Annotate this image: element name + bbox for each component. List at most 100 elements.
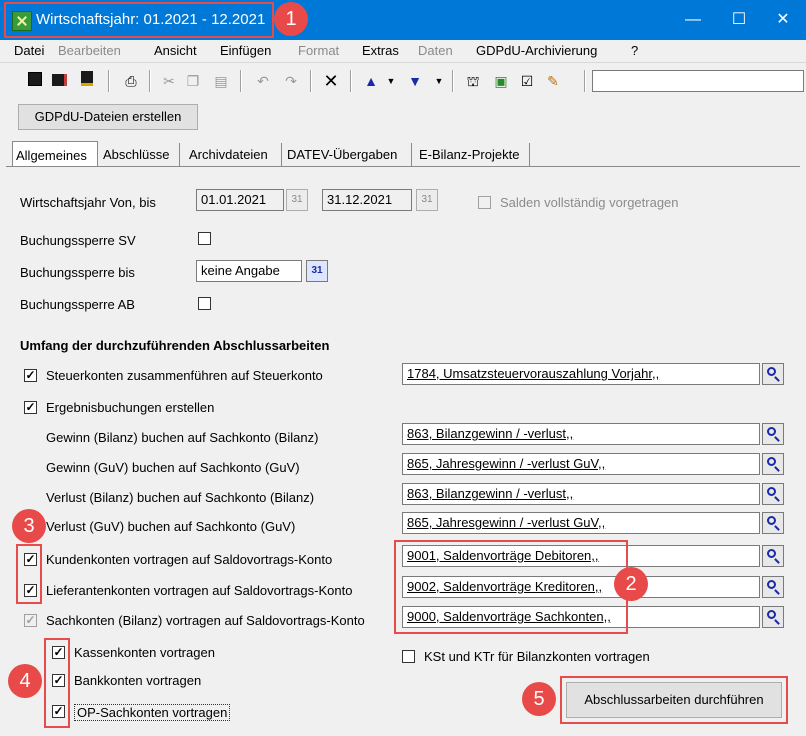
gewinn-bilanz-field[interactable]: 863, Bilanzgewinn / -verlust,, bbox=[402, 423, 760, 445]
steuer-checkbox[interactable]: ✓ bbox=[24, 369, 37, 382]
wj-to-field[interactable]: 31.12.2021 bbox=[322, 189, 412, 211]
save-icon[interactable] bbox=[24, 70, 46, 92]
annotation-badge: 4 bbox=[8, 664, 42, 698]
section-title: Umfang der durchzuführenden Abschlussarb… bbox=[20, 338, 330, 353]
kunden-checkbox[interactable]: ✓ bbox=[24, 553, 37, 566]
tab-datev-uebergaben[interactable]: DATEV-Übergaben bbox=[284, 143, 412, 167]
steuer-account-field[interactable]: 1784, Umsatzsteuervorauszahlung Vorjahr,… bbox=[402, 363, 760, 385]
menu-bearbeiten[interactable]: Bearbeiten bbox=[58, 43, 121, 58]
toolbar-separator bbox=[108, 70, 110, 92]
sach-account-field[interactable]: 9000, Saldenvorträge Sachkonten,, bbox=[402, 606, 760, 628]
kunden-account-field[interactable]: 9001, Saldenvorträge Debitoren,, bbox=[402, 545, 760, 567]
verlust-bilanz-field[interactable]: 863, Bilanzgewinn / -verlust,, bbox=[402, 483, 760, 505]
search-icon[interactable] bbox=[762, 512, 784, 534]
down-dropdown-icon[interactable]: ▼ bbox=[428, 70, 450, 92]
tool-d-icon[interactable]: ✎ bbox=[542, 70, 564, 92]
annotation-badge: 1 bbox=[274, 2, 308, 36]
toolbar-separator bbox=[350, 70, 352, 92]
toolbar-separator bbox=[452, 70, 454, 92]
tool-a-icon[interactable]: ⛫ bbox=[462, 70, 484, 92]
tab-abschluesse[interactable]: Abschlüsse bbox=[100, 143, 180, 167]
verlust-guv-label: Verlust (GuV) buchen auf Sachkonto (GuV) bbox=[46, 519, 296, 534]
gdpdu-create-button[interactable]: GDPdU-Dateien erstellen bbox=[18, 104, 198, 130]
verlust-guv-field[interactable]: 865, Jahresgewinn / -verlust GuV,, bbox=[402, 512, 760, 534]
maximize-button[interactable]: ☐ bbox=[714, 0, 764, 40]
sperre-sv-label: Buchungssperre SV bbox=[20, 233, 136, 248]
calendar-icon[interactable]: 31 bbox=[416, 189, 438, 211]
gewinn-guv-label: Gewinn (GuV) buchen auf Sachkonto (GuV) bbox=[46, 460, 300, 475]
ergebnis-label: Ergebnisbuchungen erstellen bbox=[46, 400, 215, 415]
bank-checkbox[interactable]: ✓ bbox=[52, 674, 65, 687]
wj-from-field[interactable]: 01.01.2021 bbox=[196, 189, 284, 211]
search-icon[interactable] bbox=[762, 423, 784, 445]
print-icon[interactable]: ⎙ bbox=[120, 70, 142, 92]
search-icon[interactable] bbox=[762, 453, 784, 475]
kst-label: KSt und KTr für Bilanzkonten vortragen bbox=[424, 649, 650, 664]
lieferanten-label: Lieferantenkonten vortragen auf Saldovor… bbox=[46, 583, 353, 598]
gewinn-guv-field[interactable]: 865, Jahresgewinn / -verlust GuV,, bbox=[402, 453, 760, 475]
ergebnis-checkbox[interactable]: ✓ bbox=[24, 401, 37, 414]
sperre-bis-label: Buchungssperre bis bbox=[20, 265, 135, 280]
tool-b-icon[interactable]: ▣ bbox=[490, 70, 512, 92]
delete-icon[interactable]: ✕ bbox=[320, 70, 342, 92]
application-window: Wirtschaftsjahr: 01.2021 - 12.2021 — ☐ ✕… bbox=[0, 0, 806, 736]
paste-icon[interactable]: ▤ bbox=[210, 70, 232, 92]
menu-help[interactable]: ? bbox=[631, 43, 638, 58]
menu-daten[interactable]: Daten bbox=[418, 43, 453, 58]
tool-c-icon[interactable]: ☑ bbox=[516, 70, 538, 92]
sperre-ab-checkbox[interactable] bbox=[198, 297, 211, 310]
save-close-icon[interactable] bbox=[76, 70, 98, 92]
verlust-bilanz-label: Verlust (Bilanz) buchen auf Sachkonto (B… bbox=[46, 490, 315, 505]
kasse-label: Kassenkonten vortragen bbox=[74, 645, 215, 660]
toolbar-search-input[interactable] bbox=[592, 70, 804, 92]
op-label: OP-Sachkonten vortragen bbox=[74, 704, 231, 721]
search-icon[interactable] bbox=[762, 483, 784, 505]
minimize-button[interactable]: — bbox=[668, 0, 718, 40]
gewinn-bilanz-label: Gewinn (Bilanz) buchen auf Sachkonto (Bi… bbox=[46, 430, 319, 445]
window-title: Wirtschaftsjahr: 01.2021 - 12.2021 bbox=[36, 11, 266, 28]
salden-label: Salden vollständig vorgetragen bbox=[500, 195, 679, 210]
kasse-checkbox[interactable]: ✓ bbox=[52, 646, 65, 659]
sperre-bis-field[interactable]: keine Angabe bbox=[196, 260, 302, 282]
sach-checkbox[interactable]: ✓ bbox=[24, 614, 37, 627]
title-bar[interactable]: Wirtschaftsjahr: 01.2021 - 12.2021 — ☐ ✕ bbox=[0, 0, 806, 40]
tab-archivdateien[interactable]: Archivdateien bbox=[186, 143, 282, 167]
close-button[interactable]: ✕ bbox=[758, 0, 806, 40]
search-icon[interactable] bbox=[762, 363, 784, 385]
run-closing-button[interactable]: Abschlussarbeiten durchführen bbox=[566, 682, 782, 718]
save-all-icon[interactable] bbox=[48, 70, 70, 92]
annotation-badge: 2 bbox=[614, 567, 648, 601]
tab-e-bilanz-projekte[interactable]: E-Bilanz-Projekte bbox=[416, 143, 530, 167]
tab-allgemeines[interactable]: Allgemeines bbox=[12, 141, 98, 167]
search-icon[interactable] bbox=[762, 606, 784, 628]
menu-ansicht[interactable]: Ansicht bbox=[154, 43, 197, 58]
cut-icon[interactable]: ✂ bbox=[158, 70, 180, 92]
menu-bar: Datei Bearbeiten Ansicht Einfügen Format… bbox=[0, 40, 806, 63]
calendar-icon[interactable]: 31 bbox=[286, 189, 308, 211]
calendar-icon[interactable]: 31 bbox=[306, 260, 328, 282]
toolbar-separator bbox=[310, 70, 312, 92]
down-icon[interactable]: ▼ bbox=[404, 70, 426, 92]
menu-datei[interactable]: Datei bbox=[14, 43, 44, 58]
search-icon[interactable] bbox=[762, 576, 784, 598]
search-icon[interactable] bbox=[762, 545, 784, 567]
up-icon[interactable]: ▲ bbox=[360, 70, 382, 92]
undo-icon[interactable]: ↶ bbox=[252, 70, 274, 92]
copy-icon[interactable]: ❐ bbox=[182, 70, 204, 92]
menu-gdpdu-archivierung[interactable]: GDPdU-Archivierung bbox=[476, 43, 597, 58]
sach-label: Sachkonten (Bilanz) vortragen auf Saldov… bbox=[46, 613, 365, 628]
menu-format[interactable]: Format bbox=[298, 43, 339, 58]
salden-checkbox[interactable] bbox=[478, 196, 491, 209]
menu-extras[interactable]: Extras bbox=[362, 43, 399, 58]
kst-checkbox[interactable] bbox=[402, 650, 415, 663]
up-dropdown-icon[interactable]: ▼ bbox=[380, 70, 402, 92]
bank-label: Bankkonten vortragen bbox=[74, 673, 202, 688]
redo-icon[interactable]: ↷ bbox=[280, 70, 302, 92]
toolbar-separator bbox=[584, 70, 586, 92]
menu-einfuegen[interactable]: Einfügen bbox=[220, 43, 271, 58]
sperre-sv-checkbox[interactable] bbox=[198, 232, 211, 245]
lieferanten-checkbox[interactable]: ✓ bbox=[24, 584, 37, 597]
lieferanten-account-field[interactable]: 9002, Saldenvorträge Kreditoren,, bbox=[402, 576, 760, 598]
app-logo-icon bbox=[12, 11, 32, 31]
op-checkbox[interactable]: ✓ bbox=[52, 705, 65, 718]
